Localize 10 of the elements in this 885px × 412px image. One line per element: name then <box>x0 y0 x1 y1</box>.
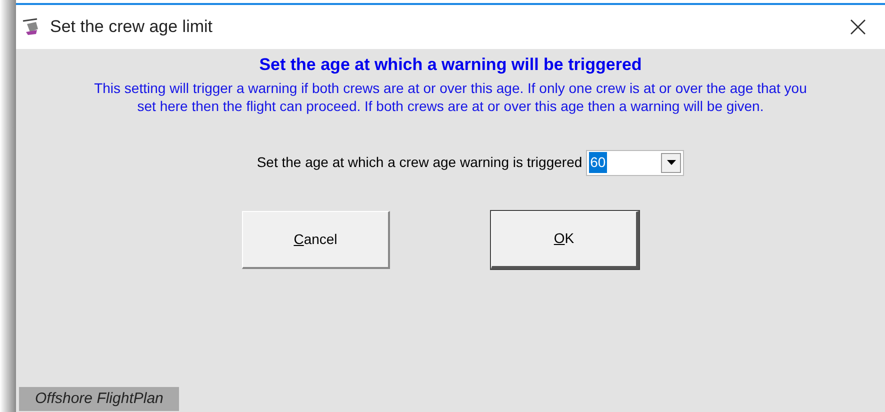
age-dropdown[interactable]: 60 <box>586 150 684 176</box>
age-label: Set the age at which a crew age warning is triggered <box>256 153 582 172</box>
dialog-button[interactable]: Cancel <box>242 210 390 268</box>
dialog-button[interactable]: OK <box>491 210 639 268</box>
window-title: Set the crew age limit <box>50 16 213 38</box>
close-icon <box>850 19 866 35</box>
caret-icon <box>666 160 676 165</box>
description: This setting will trigger a warning if both crews are at or over this age. If only one crew is at or over the age that you set here then the flight can proceed. If both crews are at or over this age then a warning will be given. <box>93 78 808 114</box>
footer-label: Offshore FlightPlan <box>19 386 180 411</box>
heading: Set the age at which a warning will be triggered <box>259 54 642 76</box>
